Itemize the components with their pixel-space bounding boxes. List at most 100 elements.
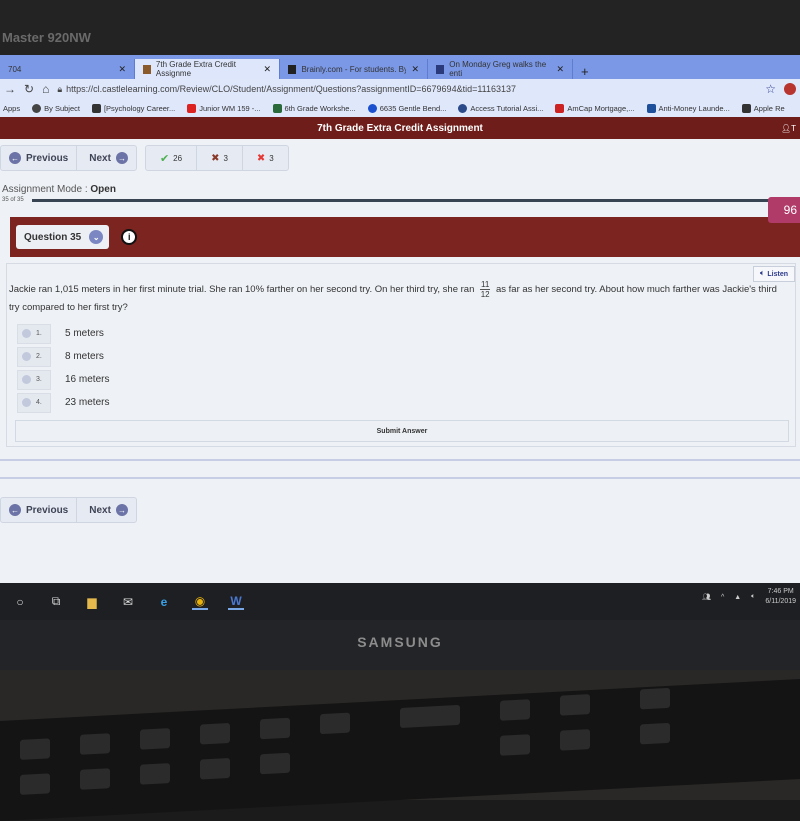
bookmark-anti-money[interactable]: Anti-Money Launde... [646,103,730,113]
bookmark-junior-wm[interactable]: Junior WM 159 -... [187,103,261,113]
keyboard-key [640,687,670,710]
new-tab-button[interactable]: + [573,64,597,79]
divider [0,459,800,461]
bookmark-6th-grade[interactable]: 6th Grade Workshe... [272,103,356,113]
answer-choice-1[interactable]: 1. 5 meters [17,322,795,345]
bottom-nav: ← Previous Next → [0,491,800,523]
tab-greg[interactable]: On Monday Greg walks the enti ✕ [428,59,573,79]
time: 7:46 PM [767,588,794,595]
keyboard-key [560,729,590,751]
bookmark-star-icon[interactable]: ☆ [765,82,776,96]
clock[interactable]: 7:46 PM 6/11/2019 [765,587,796,607]
partial-icon: ✖ [211,152,220,164]
word-icon[interactable]: W [228,594,244,610]
volume-icon[interactable]: 🔈︎ [751,593,755,601]
radio-button[interactable] [22,329,31,338]
keyboard-key [200,722,230,745]
bookmark-gentle-bend[interactable]: 6635 Gentle Bend... [367,103,446,113]
tab-title: Brainly.com - For students. By st [301,64,407,74]
site-icon [458,103,468,113]
bookmark-apple[interactable]: Apple Re [741,103,785,113]
forward-icon[interactable]: → [4,82,16,96]
tab-assignment[interactable]: 7th Grade Extra Credit Assignme ✕ [135,59,280,79]
url-input[interactable]: 🔒︎ https://cl.castlelearning.com/Review/… [57,84,757,95]
arrow-left-icon: ← [9,504,21,516]
previous-label: Previous [26,152,69,164]
site-icon [367,103,377,113]
choice-number: 2. [36,353,42,360]
user-icon: 👤︎ [780,123,792,133]
listen-button[interactable]: 🔈︎ Listen [753,266,795,282]
bookmark-access-tutorial[interactable]: Access Tutorial Assi... [458,103,543,113]
divider [0,477,800,479]
mode-label: Assignment Mode : [2,184,88,195]
info-icon[interactable]: i [121,229,138,245]
choice-radio-box: 3. [17,369,51,390]
keyboard-key [260,717,290,740]
home-icon[interactable]: ⌂ [42,82,49,96]
keyboard-key [500,734,530,756]
progress-label: 35 of 35 [2,197,24,203]
file-explorer-icon[interactable]: ▆ [84,594,100,610]
previous-button[interactable]: ← Previous [1,146,78,170]
arrow-right-icon: → [115,152,128,164]
choice-radio-box: 1. [17,323,51,344]
tab-title: 7th Grade Extra Credit Assignme [155,60,236,78]
submit-answer-button[interactable]: Submit Answer [15,420,789,442]
next-button-bottom[interactable]: Next → [77,498,136,522]
score-badge: 96 [768,197,800,223]
answer-choice-3[interactable]: 3. 16 meters [17,368,795,391]
choice-number: 1. [36,330,42,337]
bookmark-label: Anti-Money Launde... [658,103,730,113]
progress-row: 35 of 35 [0,195,800,203]
tab-title: On Monday Greg walks the enti [449,60,547,78]
tab-brainly[interactable]: Brainly.com - For students. By st ✕ [280,59,428,79]
radio-button[interactable] [22,375,31,384]
bookmark-label: 6th Grade Workshe... [284,103,356,113]
am-icon [555,103,565,113]
partial-count[interactable]: ✖ 3 [197,146,243,170]
bookmark-label: AmCap Mortgage,... [567,103,635,113]
close-icon[interactable]: ✕ [118,64,126,75]
date: 6/11/2019 [765,598,796,605]
answer-choice-2[interactable]: 2. 8 meters [17,345,795,368]
close-icon[interactable]: ✕ [263,64,271,75]
previous-button-bottom[interactable]: ← Previous [1,498,78,522]
tab-704[interactable]: 704 ✕ [0,59,135,79]
question-select-label: Question 35 [24,231,82,243]
partial-value: 3 [223,153,228,163]
edge-icon[interactable]: e [156,594,172,610]
extension-icon[interactable] [784,83,796,95]
correct-count[interactable]: ✔ 26 [146,146,198,170]
bookmark-psychology[interactable]: [Psychology Career... [91,103,175,113]
radio-button[interactable] [22,352,31,361]
wrong-count[interactable]: ✖ 3 [243,146,288,170]
answer-choices: 1. 5 meters 2. 8 meters 3. 16 meters 4. … [9,316,795,414]
bookmark-amcap[interactable]: AmCap Mortgage,... [555,103,635,113]
choice-text: 5 meters [65,328,104,339]
user-menu[interactable]: 👤︎T [781,124,796,133]
keyboard-key [140,763,170,785]
worksheet-icon [272,103,282,113]
cortana-search-icon[interactable]: ○ [12,594,28,610]
close-icon[interactable]: ✕ [411,64,419,75]
question-select[interactable]: Question 35 ⌄ [16,225,110,249]
mail-icon[interactable]: ✉ [120,594,136,610]
close-icon[interactable]: ✕ [556,64,564,75]
progress-fill [31,198,800,202]
task-view-icon[interactable]: ⧉ [48,594,64,610]
next-button[interactable]: Next → [77,146,136,170]
reload-icon[interactable]: ↻ [24,82,34,96]
keyboard-key [640,722,670,745]
wifi-icon[interactable]: ▲ [734,594,741,601]
chevron-up-icon[interactable]: ^ [721,594,724,601]
fraction-denominator: 12 [480,290,490,299]
people-icon[interactable]: 👥︎ [702,593,711,601]
address-bar-row: → ↻ ⌂ 🔒︎ https://cl.castlelearning.com/R… [0,79,800,99]
bookmark-apps[interactable]: Apps [3,104,20,113]
bookmark-by-subject[interactable]: By Subject [32,103,80,113]
arrow-right-icon: → [115,504,128,516]
chrome-icon[interactable]: ◉ [192,594,208,610]
answer-choice-4[interactable]: 4. 23 meters [17,391,795,414]
radio-button[interactable] [22,398,31,407]
